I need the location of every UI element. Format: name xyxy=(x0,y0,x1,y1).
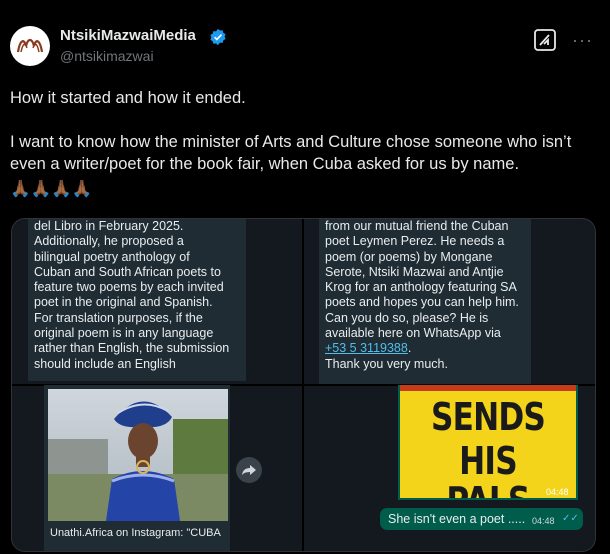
outgoing-message-text: She isn't even a poet ..... xyxy=(388,512,526,526)
poster-line-1: SENDS xyxy=(430,395,546,439)
chat-left-line: del Libro in February 2025. xyxy=(34,219,184,233)
chat-right-line: Krog for an anthology featuring SA xyxy=(325,280,517,295)
chat-right-line: poet Leymen Perez. He needs a xyxy=(325,234,505,249)
poster-line-2: HIS PALS xyxy=(446,439,530,498)
chat-right-phone-line: +53 5 3119388. xyxy=(325,341,525,356)
instagram-caption: Unathi.Africa on Instagram: "CUBA xyxy=(50,527,221,539)
chat-right-line: poets and hopes you can help him. xyxy=(325,295,519,310)
chat-left-line: should include an English xyxy=(34,356,176,371)
prayer-emoji-icon: 🙏🏾🙏🏾🙏🏾🙏🏾 xyxy=(10,180,93,198)
verified-badge-icon xyxy=(210,28,226,46)
chat-right-line: Thank you very much. xyxy=(325,356,448,371)
chat-left-line: rather than English, the submission xyxy=(34,341,230,356)
display-name[interactable]: NtsikiMazwaiMedia xyxy=(60,27,196,44)
more-icon[interactable]: ··· xyxy=(572,30,593,51)
double-check-icon: ✓✓ xyxy=(562,513,579,524)
chat-left-line: poet in the original and Spanish. xyxy=(34,295,213,310)
phone-link[interactable]: +53 5 3119388 xyxy=(325,341,408,355)
chat-right-line: Can you do so, please? He is xyxy=(325,310,489,325)
outgoing-timestamp: 04:48 xyxy=(532,516,555,526)
grok-icon[interactable] xyxy=(534,29,556,51)
forward-icon xyxy=(242,465,256,475)
avatar-logo-icon xyxy=(11,27,49,65)
chat-left-line: bilingual poetry anthology of xyxy=(34,249,190,264)
forward-button[interactable] xyxy=(236,457,262,483)
chat-left-line: Additionally, he proposed a xyxy=(34,234,184,249)
instagram-preview-card[interactable]: Unathi.Africa on Instagram: "CUBA xyxy=(44,385,230,551)
chat-left-line: feature two poems by each invited xyxy=(34,280,224,295)
chat-message-right: from our mutual friend the Cuban poet Le… xyxy=(319,219,531,384)
poster-image: SENDS HIS PALS xyxy=(400,385,576,498)
chat-right-line: from our mutual friend the Cuban xyxy=(325,219,509,233)
poster-timestamp: 04:48 xyxy=(546,487,569,497)
woman-photo xyxy=(48,389,228,521)
avatar[interactable] xyxy=(10,26,50,66)
chat-right-line: Serote, Ntsiki Mazwai and Antjie xyxy=(325,264,504,279)
handle[interactable]: @ntsikimazwai xyxy=(60,48,154,64)
chat-message-left: del Libro in February 2025. Additionally… xyxy=(28,219,246,381)
woman-photo-graphic xyxy=(48,389,228,521)
tweet-text: How it started and how it ended. I want … xyxy=(10,87,595,200)
chat-left-line: Cuban and South African poets to xyxy=(34,264,221,279)
poster-time: 04:48 xyxy=(546,487,569,497)
chat-left-line: For translation purposes, if the xyxy=(34,310,203,325)
chat-left-line: original poem is in any language xyxy=(34,326,214,341)
poster-red-strip xyxy=(400,385,576,391)
chat-right-line: poem (or poems) by Mongane xyxy=(325,249,493,264)
phone-suffix: . xyxy=(407,341,412,356)
tweet-media[interactable]: del Libro in February 2025. Additionally… xyxy=(11,218,596,552)
poster-image-card[interactable]: SENDS HIS PALS 04:48 xyxy=(398,385,578,500)
tweet-body: How it started and how it ended. I want … xyxy=(10,89,572,173)
outgoing-message: She isn't even a poet ..... 04:48 ✓✓ xyxy=(380,508,583,530)
chat-right-line: available here on WhatsApp via xyxy=(325,326,501,341)
